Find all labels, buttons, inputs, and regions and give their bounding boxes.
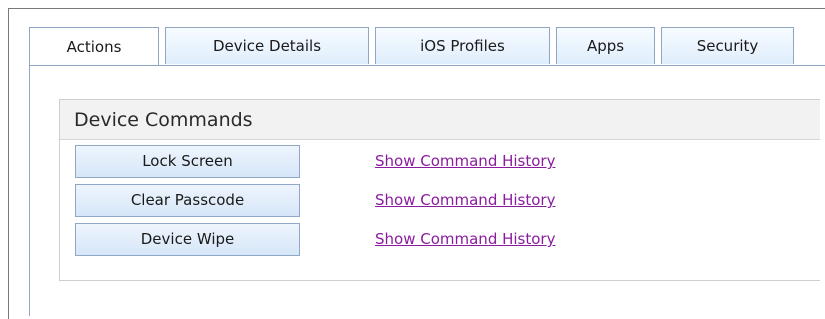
- command-row-lock-screen: Lock Screen Show Command History: [75, 144, 555, 178]
- device-wipe-history-link[interactable]: Show Command History: [375, 230, 555, 248]
- command-row-clear-passcode: Clear Passcode Show Command History: [75, 183, 555, 217]
- tab-apps[interactable]: Apps: [556, 27, 655, 64]
- lock-screen-button[interactable]: Lock Screen: [75, 144, 300, 178]
- clear-passcode-button[interactable]: Clear Passcode: [75, 183, 300, 217]
- tab-bar: Actions Device Details iOS Profiles Apps…: [29, 27, 800, 65]
- command-row-device-wipe: Device Wipe Show Command History: [75, 222, 555, 256]
- clear-passcode-history-link[interactable]: Show Command History: [375, 191, 555, 209]
- device-commands-panel: Device Commands Lock Screen Show Command…: [59, 99, 820, 281]
- window-frame: Actions Device Details iOS Profiles Apps…: [8, 8, 825, 319]
- tab-security[interactable]: Security: [661, 27, 794, 64]
- lock-screen-history-link[interactable]: Show Command History: [375, 152, 555, 170]
- tab-device-details[interactable]: Device Details: [165, 27, 369, 64]
- panel-title: Device Commands: [60, 100, 820, 140]
- tab-content-actions: Device Commands Lock Screen Show Command…: [29, 65, 825, 316]
- tab-actions[interactable]: Actions: [29, 27, 159, 65]
- tab-ios-profiles[interactable]: iOS Profiles: [375, 27, 550, 64]
- device-wipe-button[interactable]: Device Wipe: [75, 222, 300, 256]
